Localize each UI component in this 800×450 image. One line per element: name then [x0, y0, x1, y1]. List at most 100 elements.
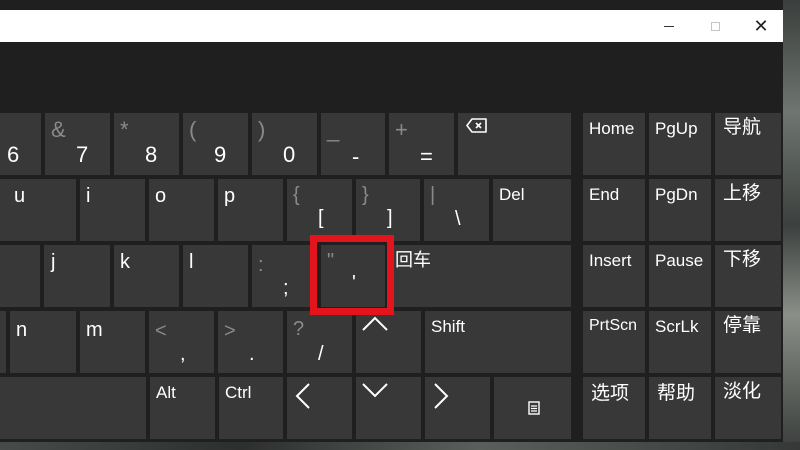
key-pgup[interactable]: PgUp	[649, 113, 711, 175]
key-space[interactable]	[0, 377, 146, 439]
key-enter-label: 回车	[395, 250, 431, 270]
key-period-label: .	[249, 343, 255, 365]
key-h-partial[interactable]	[0, 245, 40, 307]
key-8[interactable]: * 8	[114, 113, 179, 175]
key-9-shift-label: (	[189, 117, 197, 142]
key-arrow-down[interactable]	[356, 377, 421, 439]
key-pgdn[interactable]: PgDn	[649, 179, 711, 241]
maximize-button	[692, 10, 738, 42]
key-j-label: j	[51, 251, 56, 273]
title-bar[interactable]: ✕	[0, 10, 783, 42]
key-move-up[interactable]: 上移	[715, 179, 781, 241]
key-help-label: 帮助	[657, 383, 696, 404]
key-right-bracket-label: ]	[387, 207, 393, 229]
key-pause[interactable]: Pause	[649, 245, 711, 307]
key-options-label: 选项	[591, 383, 630, 404]
key-7[interactable]: & 7	[45, 113, 110, 175]
minimize-button[interactable]	[646, 10, 692, 42]
key-enter[interactable]: 回车	[389, 245, 571, 307]
key-backspace[interactable]	[458, 113, 571, 175]
key-6-label: 6	[7, 142, 20, 167]
key-menu[interactable]	[494, 377, 571, 439]
key-8-label: 8	[145, 142, 158, 167]
key-comma[interactable]: < ,	[149, 311, 214, 373]
key-arrow-left[interactable]	[287, 377, 352, 439]
key-slash[interactable]: ? /	[287, 311, 352, 373]
key-scrlk[interactable]: ScrLk	[649, 311, 711, 373]
key-6[interactable]: 6	[0, 113, 41, 175]
key-dock[interactable]: 停靠	[715, 311, 781, 373]
key-minus[interactable]: _ -	[321, 113, 385, 175]
key-9-label: 9	[214, 142, 227, 167]
key-o[interactable]: o	[149, 179, 214, 241]
key-ctrl[interactable]: Ctrl	[219, 377, 283, 439]
key-o-label: o	[155, 185, 167, 207]
key-end[interactable]: End	[583, 179, 645, 241]
key-semicolon[interactable]: : ;	[252, 245, 317, 307]
desktop-background-bottom	[0, 442, 800, 450]
menu-key-icon	[528, 401, 540, 415]
key-u[interactable]: u	[0, 179, 76, 241]
close-button[interactable]: ✕	[738, 10, 784, 42]
key-home-label: Home	[589, 119, 635, 138]
key-minus-label: -	[352, 144, 360, 169]
key-quote-label: '	[352, 272, 356, 294]
key-semicolon-label: ;	[283, 277, 289, 299]
key-period[interactable]: > .	[218, 311, 283, 373]
key-shift[interactable]: Shift	[425, 311, 571, 373]
key-move-up-label: 上移	[723, 183, 762, 204]
key-move-down[interactable]: 下移	[715, 245, 781, 307]
key-right-bracket[interactable]: } ]	[356, 179, 420, 241]
key-equals-shift-label: +	[395, 117, 408, 142]
key-8-shift-label: *	[120, 117, 129, 142]
key-backslash[interactable]: | \	[424, 179, 489, 241]
key-insert[interactable]: Insert	[583, 245, 645, 307]
arrow-down-icon	[362, 383, 388, 398]
key-alt[interactable]: Alt	[150, 377, 215, 439]
keyboard-top-area	[0, 42, 783, 109]
backspace-icon	[466, 118, 487, 133]
minimize-icon	[664, 25, 674, 27]
key-options[interactable]: 选项	[583, 377, 645, 439]
key-quote-shift-label: "	[327, 250, 335, 272]
key-nav[interactable]: 导航	[715, 113, 781, 175]
key-scrlk-label: ScrLk	[655, 317, 699, 336]
key-end-label: End	[589, 185, 620, 204]
key-pause-label: Pause	[655, 251, 704, 270]
key-help[interactable]: 帮助	[649, 377, 711, 439]
key-quote[interactable]: " '	[321, 245, 385, 307]
arrow-left-icon	[295, 383, 310, 409]
key-7-shift-label: &	[51, 117, 66, 142]
key-prtscn[interactable]: PrtScn	[583, 311, 645, 373]
key-equals[interactable]: + =	[389, 113, 454, 175]
key-left-bracket[interactable]: { [	[287, 179, 352, 241]
key-j[interactable]: j	[44, 245, 110, 307]
key-pgup-label: PgUp	[655, 119, 698, 138]
key-m[interactable]: m	[80, 311, 145, 373]
key-home[interactable]: Home	[583, 113, 645, 175]
key-del[interactable]: Del	[493, 179, 571, 241]
key-0-shift-label: )	[258, 117, 266, 142]
desktop-background	[783, 0, 800, 450]
key-semicolon-shift-label: :	[258, 254, 264, 276]
key-fade[interactable]: 淡化	[715, 377, 781, 439]
key-7-label: 7	[76, 142, 89, 167]
key-n-label: n	[16, 319, 28, 341]
key-m-label: m	[86, 319, 103, 341]
key-backslash-shift-label: |	[430, 184, 436, 206]
key-9[interactable]: ( 9	[183, 113, 248, 175]
key-comma-shift-label: <	[155, 320, 167, 342]
key-k[interactable]: k	[114, 245, 179, 307]
key-shift-label: Shift	[431, 317, 466, 336]
key-0[interactable]: ) 0	[252, 113, 317, 175]
key-arrow-up[interactable]	[356, 311, 421, 373]
key-n[interactable]: n	[10, 311, 76, 373]
key-l[interactable]: l	[183, 245, 248, 307]
key-p[interactable]: p	[218, 179, 283, 241]
key-b-partial[interactable]	[0, 311, 6, 373]
key-fade-label: 淡化	[723, 381, 762, 402]
key-u-label: u	[14, 185, 26, 207]
key-i[interactable]: i	[80, 179, 145, 241]
key-period-shift-label: >	[224, 320, 236, 342]
key-arrow-right[interactable]	[425, 377, 490, 439]
